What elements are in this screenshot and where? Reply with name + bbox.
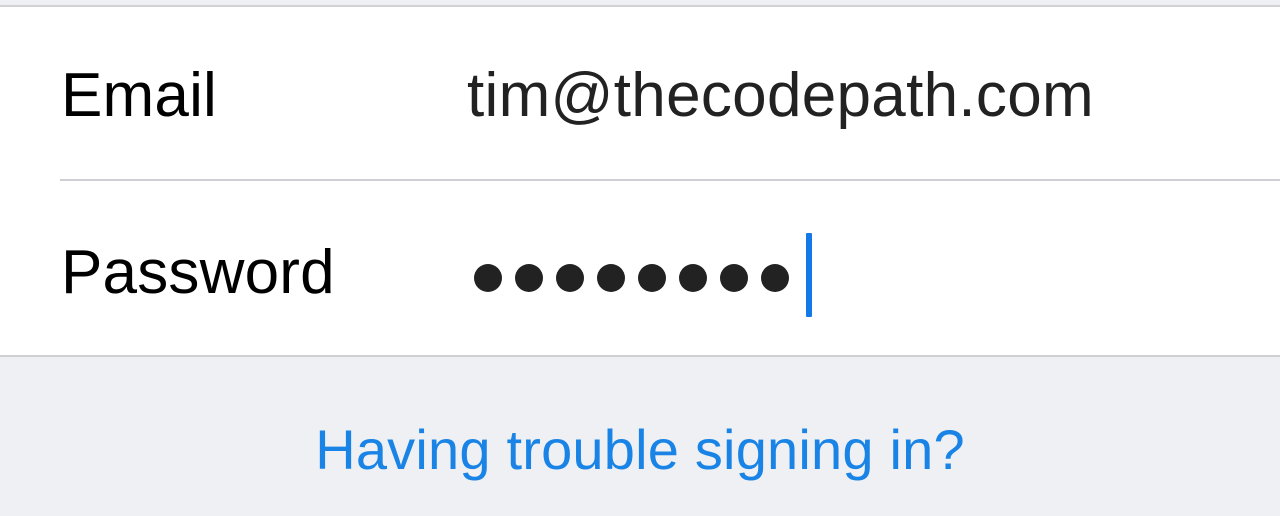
password-mask-dot <box>720 264 748 292</box>
password-row[interactable]: Password <box>0 181 1280 355</box>
password-mask-dot <box>556 264 584 292</box>
email-label: Email <box>61 61 218 130</box>
password-mask-dot <box>638 264 666 292</box>
password-label: Password <box>61 238 335 307</box>
password-field[interactable] <box>474 263 789 293</box>
top-separator <box>0 0 1280 7</box>
trouble-signing-in-link[interactable]: Having trouble signing in? <box>0 422 1280 478</box>
password-mask-dot <box>597 264 625 292</box>
password-mask-dot <box>679 264 707 292</box>
email-row[interactable]: Email tim@thecodepath.com <box>0 7 1280 181</box>
password-mask-dot <box>474 264 502 292</box>
email-field[interactable]: tim@thecodepath.com <box>467 65 1094 127</box>
password-mask-dot <box>761 264 789 292</box>
login-form: Email tim@thecodepath.com Password <box>0 7 1280 357</box>
password-mask-dot <box>515 264 543 292</box>
text-caret <box>806 233 812 317</box>
